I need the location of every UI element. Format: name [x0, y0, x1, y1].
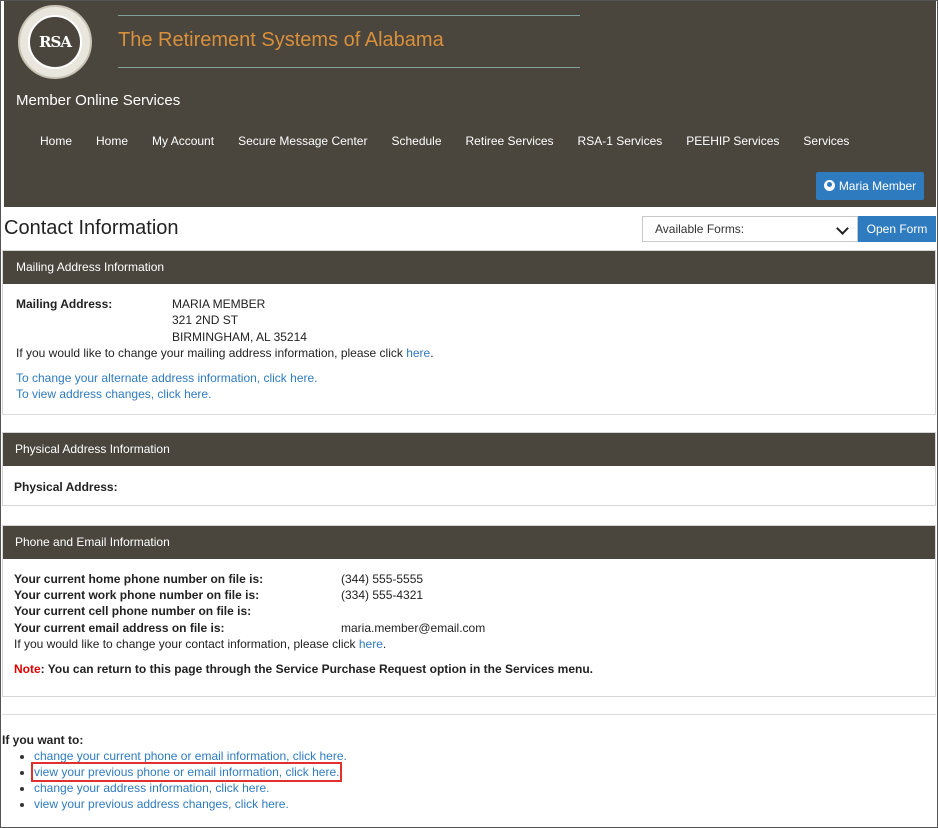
home-phone-label: Your current home phone number on file i…: [14, 572, 264, 586]
email-label: Your current email address on file is:: [14, 621, 225, 635]
nav-secure-message-center[interactable]: Secure Message Center: [226, 134, 379, 148]
note-label: Note: [14, 662, 41, 676]
nav-peehip-services[interactable]: PEEHIP Services: [674, 134, 791, 148]
page-title: Contact Information: [4, 217, 179, 239]
divider: [2, 714, 936, 715]
nav-rsa1-services[interactable]: RSA-1 Services: [566, 134, 675, 148]
nav-services[interactable]: Services: [791, 134, 861, 148]
physical-panel: Physical Address Information: [2, 432, 936, 506]
work-phone-value: (334) 555-4321: [341, 588, 424, 602]
physical-panel-heading: Physical Address Information: [3, 433, 935, 466]
site-title: The Retirement Systems of Alabama: [118, 29, 444, 51]
mailing-change-link[interactable]: here: [406, 346, 430, 360]
user-icon: [823, 180, 835, 191]
main-nav: Home Home My Account Secure Message Cent…: [28, 134, 861, 148]
contact-change-text: If you would like to change your contact…: [14, 637, 387, 651]
list-item: view your previous phone or email inform…: [30, 762, 347, 782]
mailing-line-3: BIRMINGHAM, AL 35214: [172, 330, 307, 344]
home-phone-value: (344) 555-5555: [341, 572, 424, 586]
alt-address-link[interactable]: To change your alternate address informa…: [16, 371, 318, 385]
note-text: Note: You can return to this page throug…: [14, 662, 593, 676]
nav-schedule[interactable]: Schedule: [379, 134, 453, 148]
app-name: Member Online Services: [16, 92, 181, 109]
site-header: RSA The Retirement Systems of Alabama Me…: [4, 1, 936, 207]
logo-seal: RSA: [28, 15, 82, 69]
change-phone-email-link[interactable]: change your current phone or email infor…: [34, 749, 347, 763]
nav-retiree-services[interactable]: Retiree Services: [454, 134, 566, 148]
view-previous-address-link[interactable]: view your previous address changes, clic…: [34, 797, 289, 811]
email-value: maria.member@email.com: [341, 621, 486, 635]
available-forms-select[interactable]: Available Forms:: [642, 216, 858, 242]
mailing-line-2: 321 2ND ST: [172, 313, 239, 327]
nav-home-2[interactable]: Home: [84, 134, 140, 148]
mailing-panel-heading: Mailing Address Information: [3, 251, 935, 284]
title-rule-bottom: [118, 67, 580, 68]
list-item: change your address information, click h…: [34, 780, 347, 796]
mailing-line-1: MARIA MEMBER: [172, 297, 266, 311]
work-phone-label: Your current work phone number on file i…: [14, 588, 260, 602]
list-item: change your current phone or email infor…: [34, 748, 347, 764]
nav-my-account[interactable]: My Account: [140, 134, 226, 148]
physical-address-label: Physical Address:: [14, 480, 118, 494]
alt-address-row: To change your alternate address informa…: [16, 371, 318, 385]
nav-home[interactable]: Home: [28, 134, 84, 148]
forms-select-value: Available Forms:: [655, 222, 745, 236]
chevron-down-icon: [836, 222, 849, 235]
title-rule-top: [118, 15, 580, 16]
user-name: Maria Member: [838, 179, 917, 193]
cell-phone-label: Your current cell phone number on file i…: [14, 604, 252, 618]
view-address-changes-link[interactable]: To view address changes, click here.: [16, 387, 211, 401]
mailing-address-label: Mailing Address:: [16, 297, 113, 311]
contact-change-prefix: If you would like to change your contact…: [14, 637, 359, 651]
view-address-row: To view address changes, click here.: [16, 387, 211, 401]
want-list: change your current phone or email infor…: [18, 748, 347, 812]
divider: [2, 414, 936, 415]
view-previous-phone-email-link[interactable]: view your previous phone or email inform…: [30, 762, 343, 782]
want-heading: If you want to:: [2, 733, 84, 747]
note-body: : You can return to this page through th…: [40, 662, 594, 676]
mailing-change-text: If you would like to change your mailing…: [16, 346, 434, 360]
rsa-logo-icon[interactable]: RSA: [18, 5, 92, 79]
logo-monogram: RSA: [39, 33, 72, 51]
mailing-change-prefix: If you would like to change your mailing…: [16, 346, 407, 360]
list-item: view your previous address changes, clic…: [34, 796, 347, 812]
open-form-button[interactable]: Open Form: [858, 216, 936, 242]
user-menu-button[interactable]: Maria Member: [816, 172, 924, 200]
phone-panel-heading: Phone and Email Information: [3, 526, 935, 559]
contact-change-link[interactable]: here: [359, 637, 383, 651]
change-address-link[interactable]: change your address information, click h…: [34, 781, 269, 795]
